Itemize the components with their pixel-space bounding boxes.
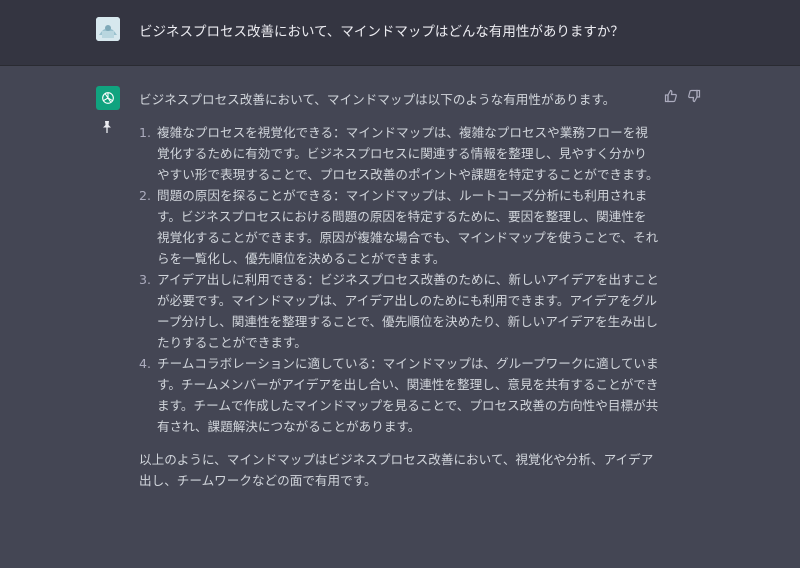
list-item-text: アイデア出しに利用できる：ビジネスプロセス改善のために、新しいアイデアを出すこと… xyxy=(157,272,659,350)
pin-icon[interactable] xyxy=(100,119,114,133)
thumbs-up-icon[interactable] xyxy=(664,88,678,103)
list-number: 3. xyxy=(139,272,152,287)
user-avatar xyxy=(96,17,120,41)
assistant-response: ビジネスプロセス改善において、マインドマップは以下のような有用性があります。 1… xyxy=(139,89,659,491)
list-item-text: 複雑なプロセスを視覚化できる：マインドマップは、複雑なプロセスや業務フローを視覚… xyxy=(157,125,659,182)
feedback-buttons xyxy=(664,88,701,103)
list-number: 4. xyxy=(139,356,152,371)
list-item: 1. 複雑なプロセスを視覚化できる：マインドマップは、複雑なプロセスや業務フロー… xyxy=(139,122,659,185)
openai-logo-icon xyxy=(96,86,120,110)
list-number: 2. xyxy=(139,188,152,203)
list-item: 2. 問題の原因を探ることができる：マインドマップは、ルートコーズ分析にも利用さ… xyxy=(139,185,659,269)
list-item: 4. チームコラボレーションに適している：マインドマップは、グループワークに適し… xyxy=(139,353,659,437)
assistant-message-row: ビジネスプロセス改善において、マインドマップは以下のような有用性があります。 1… xyxy=(0,66,800,568)
thumbs-down-icon[interactable] xyxy=(687,88,701,103)
list-item: 3. アイデア出しに利用できる：ビジネスプロセス改善のために、新しいアイデアを出… xyxy=(139,269,659,353)
list-item-text: チームコラボレーションに適している：マインドマップは、グループワークに適していま… xyxy=(157,356,659,434)
user-message-row: ビジネスプロセス改善において、マインドマップはどんな有用性がありますか？ xyxy=(0,0,800,66)
list-number: 1. xyxy=(139,125,152,140)
user-question: ビジネスプロセス改善において、マインドマップはどんな有用性がありますか？ xyxy=(139,24,624,40)
response-conclusion: 以上のように、マインドマップはビジネスプロセス改善において、視覚化や分析、アイデ… xyxy=(139,452,654,488)
response-list: 1. 複雑なプロセスを視覚化できる：マインドマップは、複雑なプロセスや業務フロー… xyxy=(139,122,659,437)
list-item-text: 問題の原因を探ることができる：マインドマップは、ルートコーズ分析にも利用されます… xyxy=(157,188,659,266)
response-intro: ビジネスプロセス改善において、マインドマップは以下のような有用性があります。 xyxy=(139,92,616,107)
